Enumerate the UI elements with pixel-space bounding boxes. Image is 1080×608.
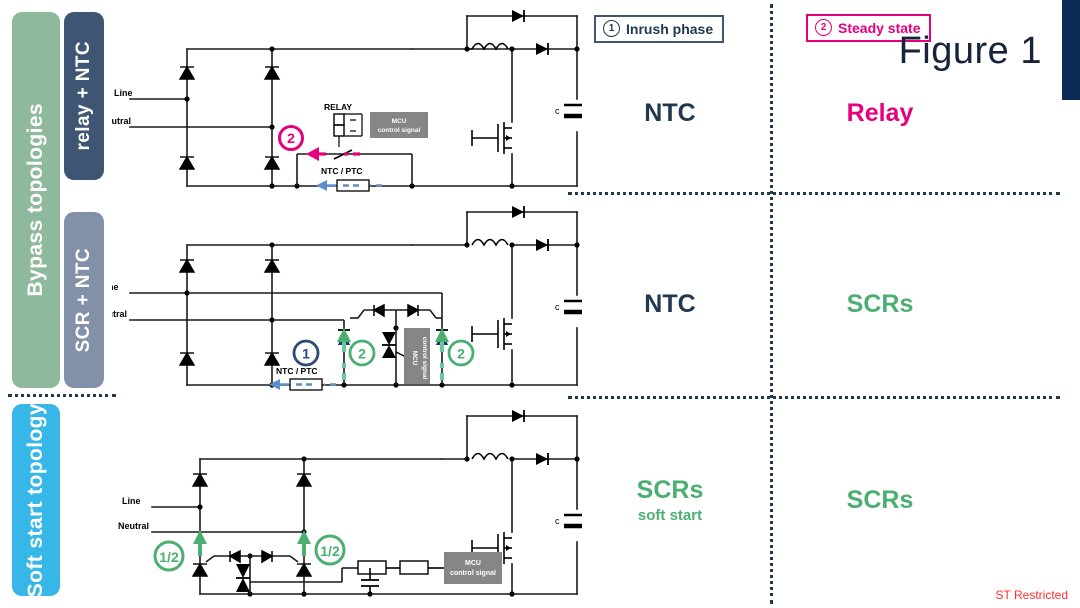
neutral-label: Neutral: [118, 521, 149, 531]
scr-ntc-circuit: c + Line Neutral: [112, 200, 582, 396]
svg-text:1/2: 1/2: [320, 543, 340, 559]
inductor-icon: [471, 42, 509, 51]
result-row1-inrush-main: NTC: [644, 99, 696, 127]
row-separator-2: [568, 396, 1060, 399]
phase-chip-inrush: 1 Inrush phase: [594, 15, 725, 43]
line-label: Line: [122, 496, 141, 506]
mcu-label-1: MCU: [465, 560, 481, 567]
result-row1-inrush: NTC: [590, 99, 750, 128]
current-arrow-left: [193, 530, 207, 556]
page-title: Figure 1: [898, 30, 1042, 72]
thermistor-label: NTC / PTC: [321, 166, 363, 176]
soft-start-circuit: c + Line Neutral: [112, 404, 582, 604]
node-dot: [184, 96, 190, 102]
result-row1-steady: Relay: [800, 99, 960, 128]
resistor-1-icon: [357, 560, 387, 575]
sidebar-separator: [8, 394, 116, 397]
thermistor-icon: [336, 179, 370, 192]
diode-output-icon: [536, 43, 549, 55]
svg-text:2: 2: [358, 346, 366, 362]
thermistor-icon: [289, 378, 323, 391]
row-separator-1: [568, 192, 1060, 195]
mcu-label-1: MCU: [392, 118, 407, 125]
capacitor-icon: [564, 299, 582, 315]
mcu-label-2: control signal: [450, 570, 496, 577]
mcu-control-box: MCU control signal: [444, 552, 502, 584]
diode-top-icon: [512, 410, 525, 422]
svg-text:1: 1: [302, 346, 310, 362]
result-row3-inrush-sub: soft start: [637, 506, 703, 524]
sidebar-group-bypass-topologies: Bypass topologies: [12, 12, 60, 388]
relay-icon: [333, 113, 363, 160]
capacitor-icon: [564, 103, 582, 119]
rc-filter-network: [357, 560, 444, 594]
thermistor-label: NTC / PTC: [276, 366, 318, 376]
mosfet-icon: [471, 122, 512, 154]
cap-label: c: [555, 302, 560, 312]
svg-text:1/2: 1/2: [159, 549, 179, 565]
cap-label: c: [555, 516, 560, 526]
svg-text:2: 2: [457, 346, 465, 362]
line-label: Line: [114, 88, 133, 98]
relay-ntc-circuit: c + Line Neutral RELAY MCU control signa…: [112, 4, 582, 196]
svg-text:2: 2: [287, 130, 295, 146]
phase-badge-1-icon: 1: [603, 20, 620, 37]
result-row2-inrush: NTC: [590, 290, 750, 319]
diode-output-icon: [536, 239, 549, 251]
resistor-2-icon: [399, 560, 429, 575]
sidebar-item-relay-ntc-label: relay + NTC: [73, 41, 94, 151]
restricted-footer: ST Restricted: [995, 588, 1068, 602]
sidebar-group-soft-start-topology: Soft start topology: [12, 402, 60, 598]
cap-label: c: [555, 106, 560, 116]
line-label: Line: [112, 282, 119, 292]
result-row2-inrush-main: NTC: [644, 290, 696, 318]
result-row3-inrush-main: SCRs: [636, 476, 704, 504]
diode-top-icon: [512, 10, 525, 22]
marker-left: 1/2: [153, 540, 185, 572]
result-row2-steady-main: SCRs: [846, 290, 914, 318]
result-row3-steady-main: SCRs: [846, 486, 914, 514]
result-row2-steady: SCRs: [800, 290, 960, 319]
marker-inrush: 1: [292, 339, 320, 367]
mcu-label-2: control signal: [421, 337, 428, 380]
triac-icon: [236, 564, 250, 592]
navy-accent-bar: [1062, 0, 1080, 100]
result-row3-steady: SCRs: [800, 486, 960, 515]
sidebar-item-relay-ntc: relay + NTC: [64, 12, 104, 180]
marker-steady-right: 2: [447, 339, 475, 367]
mcu-label-2: control signal: [378, 127, 421, 134]
neutral-label: Neutral: [112, 309, 127, 319]
sidebar-group-bypass-label: Bypass topologies: [24, 103, 47, 297]
mcu-label-1: MCU: [411, 351, 418, 366]
diode-output-icon: [536, 453, 549, 465]
result-row3-inrush: SCRs soft start: [590, 476, 750, 524]
current-arrow-right: [297, 530, 311, 556]
marker-steady-left: 2: [348, 339, 376, 367]
result-row1-steady-main: Relay: [846, 99, 914, 127]
capacitor-icon: [564, 513, 582, 529]
marker-right: 1/2: [314, 534, 346, 566]
diode-top-icon: [512, 206, 525, 218]
relay-label: RELAY: [324, 102, 352, 112]
column-separator: [770, 4, 773, 604]
sidebar-group-soft-start-label: Soft start topology: [24, 402, 47, 598]
phase-chip-inrush-label: Inrush phase: [626, 20, 714, 37]
mcu-control-box: MCU control signal: [404, 328, 430, 384]
neutral-label: Neutral: [112, 116, 131, 126]
marker-steady-state: 2: [278, 125, 304, 151]
mcu-control-box: MCU control signal: [370, 112, 428, 138]
sidebar-item-scr-ntc: SCR + NTC: [64, 212, 104, 388]
phase-badge-2-icon: 2: [815, 19, 832, 36]
sidebar-item-scr-ntc-label: SCR + NTC: [73, 247, 94, 353]
inductor-icon: [471, 452, 509, 461]
mosfet-icon: [471, 318, 512, 350]
inductor-icon: [471, 238, 509, 247]
